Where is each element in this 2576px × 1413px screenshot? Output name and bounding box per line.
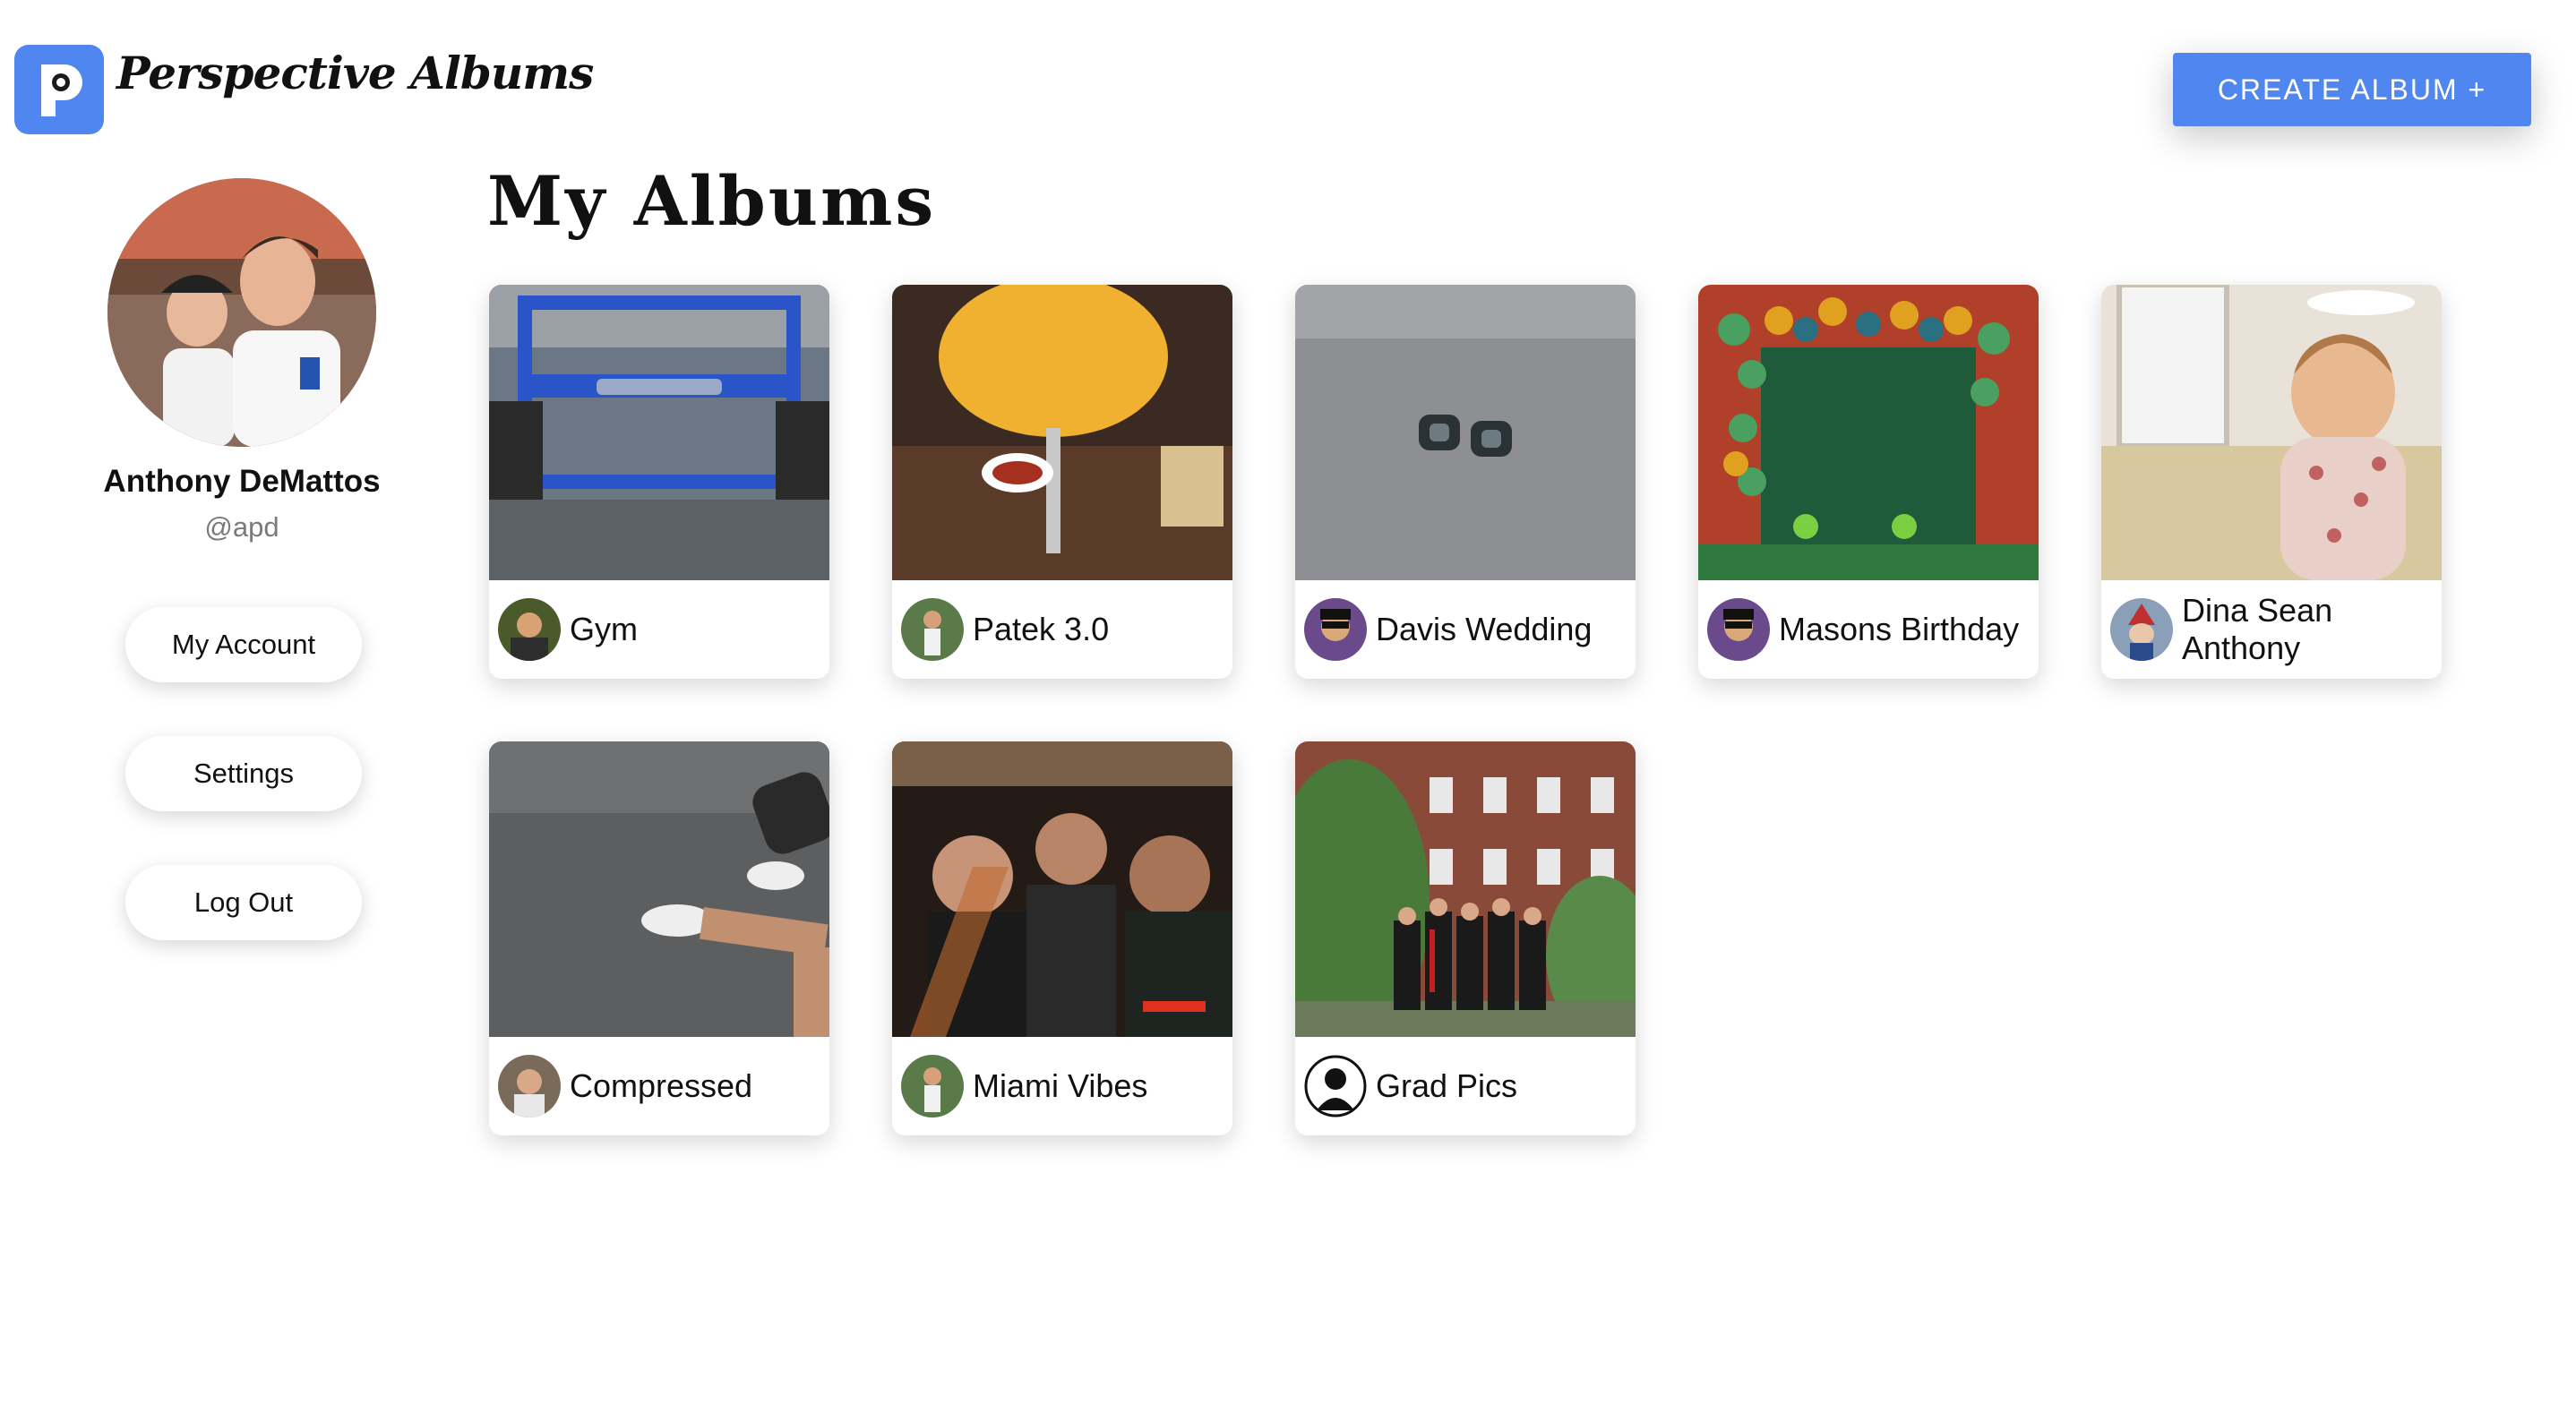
album-thumbnail [1295, 285, 1636, 580]
album-thumbnail [1698, 285, 2039, 580]
page-title: My Albums [487, 161, 937, 241]
album-thumbnail [489, 741, 829, 1037]
logo-p-icon [41, 64, 82, 116]
owner-avatar [498, 1055, 561, 1118]
album-thumbnail [1295, 741, 1636, 1037]
album-card-grad-pics[interactable]: Grad Pics [1295, 741, 1636, 1135]
album-thumbnail [892, 285, 1232, 580]
profile-name: Anthony DeMattos [103, 464, 381, 499]
profile-handle: @apd [204, 511, 279, 543]
album-name: Grad Pics [1376, 1067, 1518, 1104]
album-name: Compressed [570, 1067, 753, 1104]
album-name: Dina Sean Anthony [2182, 592, 2333, 666]
album-name: Patek 3.0 [973, 611, 1110, 647]
app-logo[interactable] [14, 45, 104, 134]
album-card-masons-birthday[interactable]: Masons Birthday [1698, 285, 2039, 679]
log-out-button[interactable]: Log Out [125, 865, 362, 940]
my-account-button[interactable]: My Account [125, 607, 362, 682]
album-card-davis-wedding[interactable]: Davis Wedding [1295, 285, 1636, 679]
album-card-gym[interactable]: Gym [489, 285, 829, 679]
owner-avatar [901, 598, 964, 661]
create-album-button[interactable]: CREATE ALBUM + [2173, 53, 2531, 126]
owner-avatar [901, 1055, 964, 1118]
album-card-dina-sean-anthony[interactable]: Dina Sean Anthony [2101, 285, 2442, 679]
owner-avatar [498, 598, 561, 661]
album-thumbnail [2101, 285, 2442, 580]
app-title: Perspective Albums [116, 47, 594, 99]
owner-avatar [1304, 598, 1367, 661]
album-card-miami-vibes[interactable]: Miami Vibes [892, 741, 1232, 1135]
album-name: Gym [570, 611, 638, 647]
settings-button[interactable]: Settings [125, 736, 362, 811]
album-thumbnail [892, 741, 1232, 1037]
album-card-compressed[interactable]: Compressed [489, 741, 829, 1135]
album-name: Masons Birthday [1779, 611, 2020, 647]
owner-avatar [2110, 598, 2173, 661]
album-thumbnail [489, 285, 829, 580]
album-card-patek[interactable]: Patek 3.0 [892, 285, 1232, 679]
profile-avatar [107, 178, 376, 447]
owner-avatar [1707, 598, 1770, 661]
album-name: Miami Vibes [973, 1067, 1148, 1104]
album-name: Davis Wedding [1376, 611, 1593, 647]
owner-avatar [1304, 1055, 1367, 1118]
